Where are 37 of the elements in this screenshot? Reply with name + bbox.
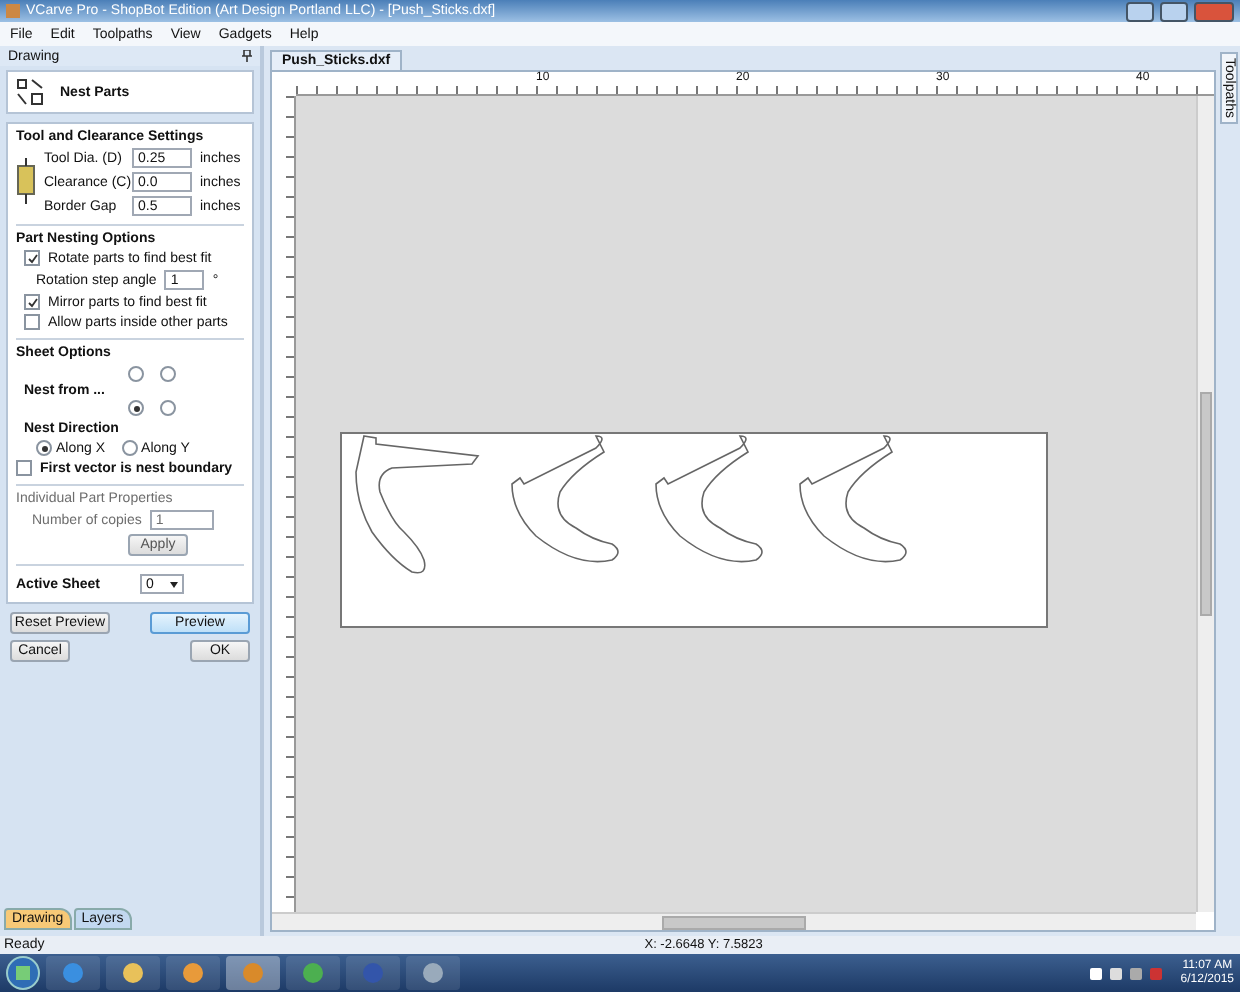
tool-clearance-icon [16, 156, 36, 208]
checkbox[interactable] [16, 460, 32, 476]
checkbox[interactable] [24, 250, 40, 266]
horizontal-scrollbar[interactable] [272, 912, 1196, 930]
nest-parts-icon [16, 78, 44, 106]
part-outline [799, 435, 907, 563]
program-icon [182, 962, 204, 984]
part-outline [355, 435, 479, 574]
program-icon [62, 962, 84, 984]
minimize-button[interactable] [1126, 1, 1154, 21]
radio-button[interactable] [121, 440, 138, 456]
maximize-button[interactable] [1160, 1, 1188, 21]
program-icon [422, 962, 444, 984]
checkbox[interactable] [24, 294, 40, 310]
app-icon [6, 4, 20, 18]
taskbar-button[interactable] [106, 956, 160, 990]
corner-radio[interactable] [160, 400, 176, 416]
checkmark-icon [27, 297, 37, 307]
program-icon [302, 962, 324, 984]
corner-radio[interactable] [128, 366, 144, 382]
program-icon [122, 962, 144, 984]
taskbar-button[interactable] [406, 956, 460, 990]
checkmark-icon [27, 253, 37, 263]
dropdown-arrow-icon [170, 581, 178, 587]
part-outline [511, 435, 619, 563]
program-icon [362, 962, 384, 984]
checkbox[interactable] [24, 314, 40, 330]
corner-radio[interactable] [160, 366, 176, 382]
part-outline [655, 435, 763, 563]
radio-button[interactable] [36, 440, 52, 456]
program-icon [242, 962, 264, 984]
corner-radio[interactable] [128, 400, 144, 416]
taskbar-button[interactable] [286, 956, 340, 990]
start-button[interactable] [6, 956, 40, 990]
vertical-scrollbar[interactable] [1196, 96, 1214, 912]
taskbar-button[interactable] [166, 956, 220, 990]
pin-icon[interactable] [242, 50, 252, 62]
